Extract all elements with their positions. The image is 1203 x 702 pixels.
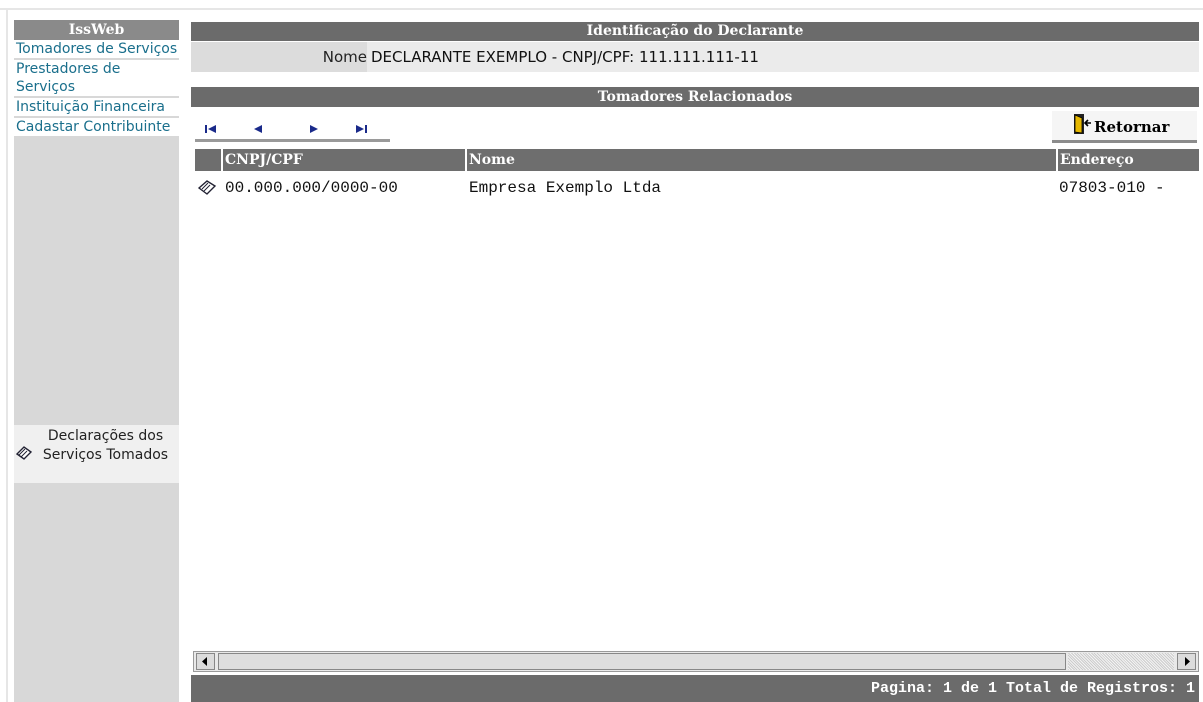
table-row[interactable]: 00.000.000/0000-00 Empresa Exemplo Ltda … [195,173,1199,203]
scrollbar-track[interactable] [1068,653,1174,670]
nome-label: Nome [191,42,367,72]
identificacao-header: Identificação do Declarante [191,22,1199,41]
scroll-left-icon[interactable] [196,653,215,670]
door-exit-icon [1072,113,1092,139]
window-left-edge [0,10,8,702]
declaracoes-label: Declarações dos Serviços Tomados [42,428,169,463]
horizontal-scrollbar[interactable] [193,651,1199,672]
first-page-icon[interactable] [205,119,219,138]
sidebar-item-declaracoes[interactable]: Declarações dos Serviços Tomados [14,425,179,483]
last-page-icon[interactable] [355,119,369,138]
retornar-label: Retornar [1094,118,1170,136]
table-header: CNPJ/CPF Nome Endereço [195,149,1199,171]
column-header-endereco[interactable]: Endereço [1056,149,1134,171]
identificacao-row: Nome DECLARANTE EXEMPLO - CNPJ/CPF: 111.… [191,42,1199,72]
pagination-toolbar [195,111,390,142]
tomadores-header: Tomadores Relacionados [191,87,1199,107]
window-top-edge [0,0,1203,10]
column-header-nome[interactable]: Nome [465,149,515,171]
cell-nome: Empresa Exemplo Ltda [469,179,662,197]
sidebar-item-tomadores[interactable]: Tomadores de Serviços [14,40,179,58]
cell-endereco: 07803-010 - [1059,179,1165,197]
scroll-right-icon[interactable] [1177,653,1196,670]
sidebar: IssWeb Tomadores de Serviços Prestadores… [14,20,179,702]
sidebar-item-cadastrar[interactable]: Cadastar Contribuinte [14,118,179,136]
pagination-status: Pagina: 1 de 1 Total de Registros: 1 [870,680,1195,697]
pagination-footer: Pagina: 1 de 1 Total de Registros: 1 [191,675,1199,702]
sidebar-title: IssWeb [14,20,179,40]
scrollbar-thumb[interactable] [218,653,1066,670]
sidebar-item-instituicao[interactable]: Instituição Financeira [14,98,179,116]
book-icon [15,445,33,467]
retornar-button[interactable]: Retornar [1052,111,1197,143]
cell-cnpj: 00.000.000/0000-00 [225,179,398,197]
declarante-value: DECLARANTE EXEMPLO - CNPJ/CPF: 111.111.1… [371,48,759,66]
column-header-cnpj[interactable]: CNPJ/CPF [221,149,303,171]
next-page-icon[interactable] [308,119,322,138]
book-icon[interactable] [197,173,217,214]
sidebar-item-prestadores[interactable]: Prestadores de Serviços [14,60,179,96]
previous-page-icon[interactable] [252,119,266,138]
